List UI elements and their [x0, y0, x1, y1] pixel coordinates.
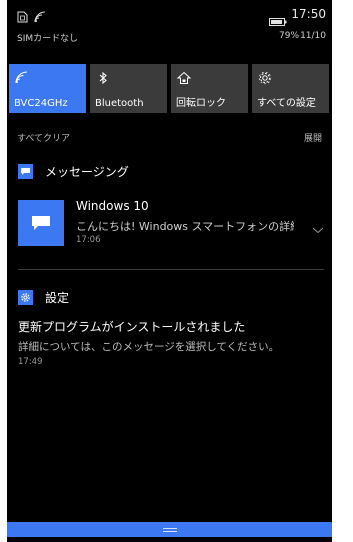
grip-icon: [162, 527, 177, 532]
bluetooth-icon: [96, 70, 110, 85]
date-label: 11/10: [300, 31, 326, 41]
expand-button[interactable]: 展開: [304, 131, 322, 144]
battery-icon: [269, 11, 287, 30]
gear-icon: [258, 70, 272, 85]
messaging-notification[interactable]: Windows 10 こんにちは! Windows スマートフォンの詳細 17:…: [18, 198, 324, 256]
quick-action-label: BVC24GHz: [14, 98, 68, 109]
wifi-signal-icon: [34, 8, 48, 27]
clear-all-button[interactable]: すべてクリア: [17, 131, 70, 144]
messaging-group-title: メッセージング: [45, 165, 129, 179]
action-center: 17:50 SIMカードなし 79% 11/10 BVC24GHz Blueto…: [7, 0, 332, 542]
quick-action-label: すべての設定: [257, 98, 316, 109]
quick-action-wifi[interactable]: BVC24GHz: [9, 64, 86, 113]
notification-body: こんにちは! Windows スマートフォンの詳細: [76, 220, 294, 233]
battery-percent: 79%: [279, 31, 300, 41]
notification-time: 17:49: [18, 357, 43, 367]
chevron-down-icon[interactable]: [312, 220, 324, 234]
quick-action-label: Bluetooth: [95, 98, 144, 109]
settings-group-title: 設定: [45, 291, 70, 305]
carrier-label: SIMカードなし: [17, 34, 79, 44]
clock: 17:50: [291, 7, 326, 21]
quick-action-rotation-lock[interactable]: 回転ロック: [171, 64, 248, 113]
message-bubble-icon: [18, 200, 64, 246]
notification-body: 詳細については、このメッセージを選択してください。: [18, 341, 280, 353]
quick-actions: BVC24GHz Bluetooth 回転ロック すべての設定: [9, 64, 329, 113]
quick-action-bluetooth[interactable]: Bluetooth: [90, 64, 167, 113]
status-bar: 17:50 SIMカードなし 79% 11/10: [7, 0, 332, 46]
messaging-group-header[interactable]: メッセージング: [18, 163, 129, 180]
quick-action-label: 回転ロック: [176, 98, 226, 109]
settings-notification[interactable]: 更新プログラムがインストールされました 詳細については、このメッセージを選択して…: [18, 318, 324, 367]
notification-time: 17:06: [76, 235, 101, 245]
messaging-app-icon: [18, 164, 33, 179]
notification-title: 更新プログラムがインストールされました: [18, 320, 246, 334]
divider: [18, 269, 324, 270]
rotation-lock-icon: [176, 70, 192, 84]
quick-action-all-settings[interactable]: すべての設定: [252, 64, 329, 113]
sim-missing-icon: [17, 8, 28, 27]
settings-group-header[interactable]: 設定: [18, 289, 69, 306]
drag-handle[interactable]: [7, 522, 332, 537]
notification-title: Windows 10: [76, 199, 149, 213]
status-icons: [17, 8, 48, 27]
settings-app-icon: [18, 290, 33, 305]
wifi-icon: [15, 70, 29, 84]
